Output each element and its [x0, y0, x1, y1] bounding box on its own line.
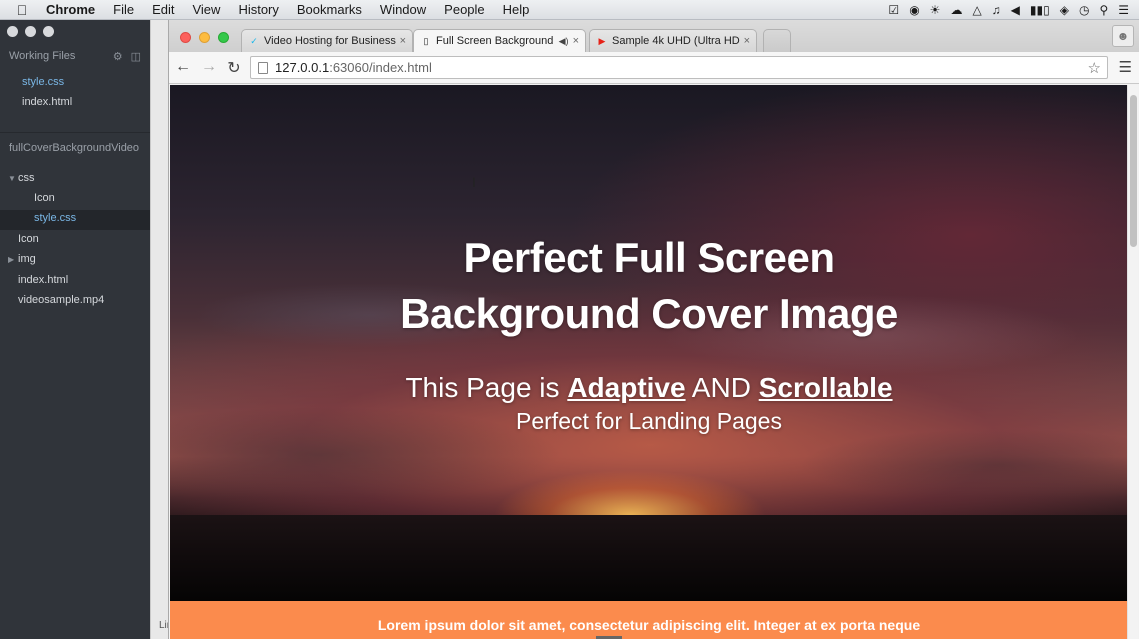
working-files-header: Working Files ⚙ ◫ [9, 50, 141, 63]
tree-folder-css-label: css [18, 172, 35, 184]
footer-band: Lorem ipsum dolor sit amet, consectetur … [170, 601, 1128, 639]
tree-file-css-icon[interactable]: Icon [34, 192, 55, 204]
hero-subtitle-and: AND [685, 372, 759, 403]
tab-full-screen-background-title: Full Screen Background [436, 35, 554, 47]
editor-window-controls [7, 26, 54, 37]
tree-file-style-css[interactable]: style.css [34, 212, 76, 224]
menu-file[interactable]: File [104, 0, 143, 20]
close-window-button[interactable] [7, 26, 18, 37]
zoom-window-button[interactable] [218, 32, 229, 43]
editor-sidebar: Working Files ⚙ ◫ style.css index.html f… [0, 20, 150, 639]
page-icon: ▯ [423, 35, 429, 46]
tree-file-icon[interactable]: Icon [18, 233, 39, 245]
menu-history[interactable]: History [229, 0, 287, 20]
footer-text: Lorem ipsum dolor sit amet, consectetur … [377, 617, 921, 633]
hero-subtitle: This Page is Adaptive AND Scrollable [170, 372, 1128, 404]
close-icon[interactable]: × [744, 35, 750, 47]
tab-video-hosting[interactable]: ✓ Video Hosting for Business × [241, 29, 413, 52]
tree-folder-css[interactable]: ▼ css [8, 172, 35, 184]
close-window-button[interactable] [180, 32, 191, 43]
record-status-icon[interactable]: ◉ [909, 3, 919, 17]
bookmark-star-icon[interactable]: ☆ [1088, 59, 1101, 77]
close-icon[interactable]: × [573, 35, 579, 47]
scrollbar-thumb[interactable] [1130, 95, 1137, 247]
volume-icon[interactable]: ◀ [1011, 3, 1020, 17]
tab-sample-4k-title: Sample 4k UHD (Ultra HD) [612, 35, 740, 47]
hero-title-line2: Background Cover Image [400, 290, 898, 337]
forward-icon[interactable]: → [199, 58, 219, 76]
working-files-label: Working Files [9, 50, 76, 62]
notification-center-icon[interactable]: ☰ [1118, 3, 1129, 17]
tab-video-hosting-title: Video Hosting for Business [264, 35, 396, 47]
split-view-icon[interactable]: ◫ [131, 50, 141, 63]
clock-icon[interactable]: ◷ [1079, 3, 1089, 17]
working-file-style-css[interactable]: style.css [22, 76, 64, 88]
tab-sample-4k[interactable]: ▶ Sample 4k UHD (Ultra HD) × [589, 29, 757, 52]
url-host: 127.0.0.1 [275, 60, 330, 75]
sidebar-divider [0, 132, 150, 133]
menu-bar:  Chrome File Edit View History Bookmark… [0, 0, 1139, 20]
page-scrollbar[interactable] [1127, 85, 1138, 639]
profile-icon[interactable]: ☻ [1112, 25, 1134, 47]
hero-background-video: Perfect Full Screen Background Cover Ima… [170, 85, 1128, 601]
chevron-down-icon[interactable]: ▼ [8, 172, 16, 185]
project-title[interactable]: fullCoverBackgroundVideo [9, 142, 149, 154]
hamburger-menu-icon[interactable]: ☰ [1119, 58, 1132, 76]
menu-people[interactable]: People [435, 0, 493, 20]
chevron-right-icon[interactable]: ▶ [8, 253, 14, 266]
youtube-icon: ▶ [598, 35, 606, 46]
menu-window[interactable]: Window [371, 0, 435, 20]
menu-bookmarks[interactable]: Bookmarks [288, 0, 371, 20]
vimeo-icon: ✓ [250, 35, 258, 46]
hero-title-line1: Perfect Full Screen [463, 234, 835, 281]
hero-title: Perfect Full Screen Background Cover Ima… [170, 230, 1128, 342]
hero-subtitle-prefix: This Page is [405, 372, 568, 403]
browser-window-controls [180, 32, 229, 43]
tree-folder-img-label: img [18, 253, 36, 265]
status-icons: ☑ ◉ ☀ ☁ △ ♫ ◀ ▮▮▯ ◈ ◷ ⚲ ☰ [888, 3, 1139, 17]
brightness-status-icon[interactable]: ☀ [930, 3, 941, 17]
minimize-window-button[interactable] [25, 26, 36, 37]
adaptive-link[interactable]: Adaptive [567, 372, 685, 403]
apple-icon[interactable]:  [0, 2, 44, 18]
menu-help[interactable]: Help [494, 0, 539, 20]
notification-bell-icon[interactable]: ♫ [992, 3, 1001, 17]
url-path: :63060/index.html [329, 60, 432, 75]
menu-app-chrome[interactable]: Chrome [44, 0, 104, 20]
hero-text: Perfect Full Screen Background Cover Ima… [170, 230, 1128, 438]
spotlight-search-icon[interactable]: ⚲ [1099, 3, 1108, 17]
zoom-window-button[interactable] [43, 26, 54, 37]
new-tab-button[interactable] [763, 29, 791, 52]
text-cursor-icon: I [472, 174, 476, 190]
hero-subtitle-line2: Perfect for Landing Pages [516, 408, 782, 434]
cloud-status-icon[interactable]: ☁ [950, 3, 962, 17]
gear-icon[interactable]: ⚙ [113, 50, 123, 63]
hero-horizon [170, 515, 1128, 601]
back-icon[interactable]: ← [173, 58, 193, 76]
tree-file-index-html[interactable]: index.html [18, 274, 68, 286]
menu-view[interactable]: View [183, 0, 229, 20]
drive-status-icon[interactable]: △ [972, 3, 981, 17]
browser-window: ✓ Video Hosting for Business × ▯ Full Sc… [168, 20, 1139, 639]
tree-folder-img[interactable]: ▶ img [8, 253, 36, 265]
speaker-icon[interactable]: ◀) [559, 36, 569, 47]
address-bar[interactable]: 127.0.0.1:63060/index.html ☆ [250, 56, 1108, 79]
battery-icon[interactable]: ▮▮▯ [1030, 3, 1050, 17]
wifi-icon[interactable]: ◈ [1060, 3, 1069, 17]
tab-full-screen-background[interactable]: ▯ Full Screen Background ◀) × [413, 29, 586, 52]
tab-strip: ✓ Video Hosting for Business × ▯ Full Sc… [169, 20, 1139, 52]
tree-file-videosample[interactable]: videosample.mp4 [18, 294, 104, 306]
working-file-index-html[interactable]: index.html [22, 96, 72, 108]
browser-toolbar: ← → ↻ 127.0.0.1:63060/index.html ☆ ☰ [169, 52, 1139, 84]
reload-icon[interactable]: ↻ [224, 58, 244, 78]
menu-edit[interactable]: Edit [143, 0, 183, 20]
close-icon[interactable]: × [400, 35, 406, 47]
checkmark-status-icon[interactable]: ☑ [888, 3, 899, 17]
scrollable-link[interactable]: Scrollable [759, 372, 893, 403]
editor-pane-edge: Lin [150, 20, 172, 639]
url-text[interactable]: 127.0.0.1:63060/index.html [275, 60, 432, 75]
page-info-icon[interactable] [258, 61, 268, 74]
minimize-window-button[interactable] [199, 32, 210, 43]
page-viewport: Perfect Full Screen Background Cover Ima… [170, 85, 1128, 639]
